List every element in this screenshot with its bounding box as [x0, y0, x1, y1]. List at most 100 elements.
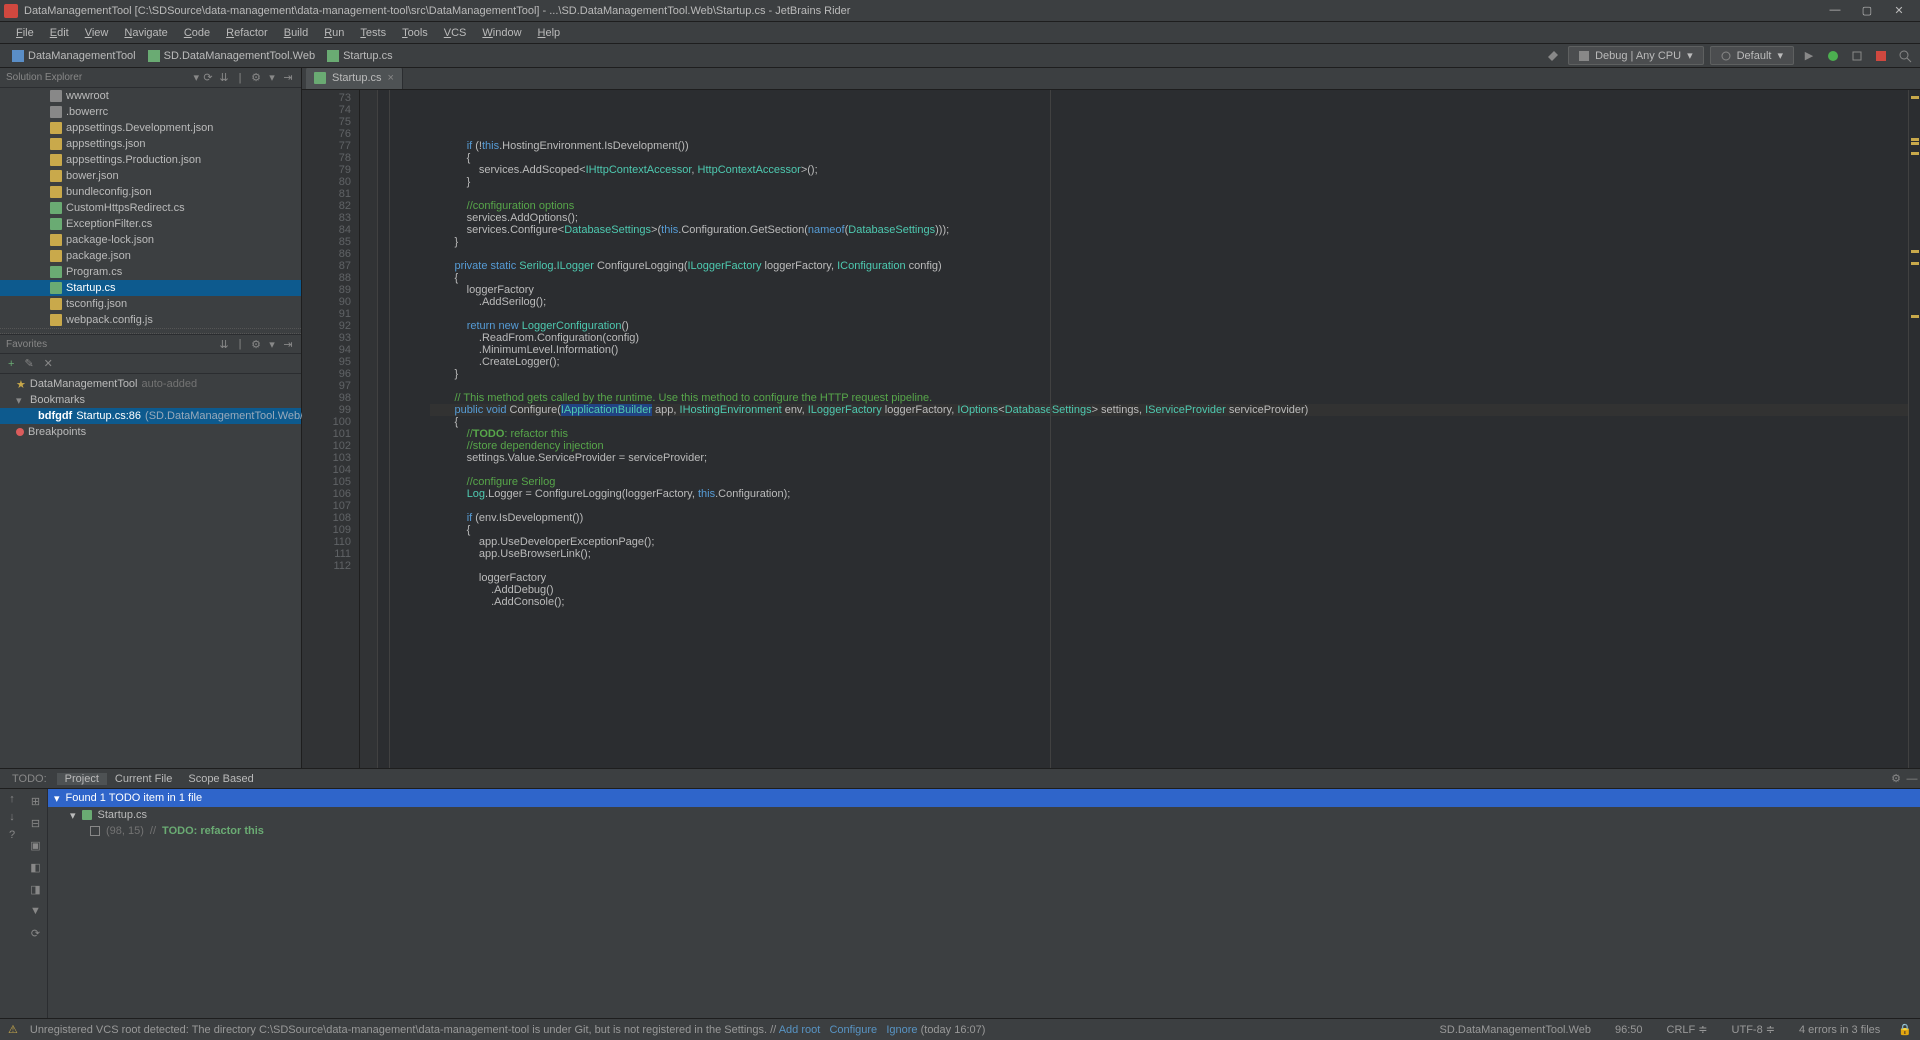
warning-marker[interactable]: [1911, 262, 1919, 265]
status-link-configure[interactable]: Configure: [829, 1024, 877, 1036]
code-line[interactable]: public void Configure(IApplicationBuilde…: [430, 404, 1908, 416]
warning-marker[interactable]: [1911, 142, 1919, 145]
search-everywhere-button[interactable]: [1896, 47, 1914, 65]
filter-button[interactable]: ▼: [28, 903, 44, 919]
code-line[interactable]: .AddSerilog();: [430, 296, 1908, 308]
tree-item[interactable]: wwwroot: [0, 88, 301, 104]
code-line[interactable]: }: [430, 368, 1908, 380]
editor-tab[interactable]: Startup.cs ×: [306, 68, 403, 89]
dropdown-icon[interactable]: ▾: [193, 71, 199, 84]
build-button[interactable]: [1544, 47, 1562, 65]
close-button[interactable]: ✕: [1890, 4, 1908, 17]
bookmark-item[interactable]: bdfgdf Startup.cs:86 (SD.DataManagementT…: [0, 408, 301, 424]
code-line[interactable]: {: [430, 524, 1908, 536]
todo-summary-row[interactable]: ▾ Found 1 TODO item in 1 file: [48, 789, 1920, 807]
lock-icon[interactable]: 🔒: [1898, 1023, 1912, 1036]
code-line[interactable]: [430, 380, 1908, 392]
code-line[interactable]: services.AddOptions();: [430, 212, 1908, 224]
collapse-all-button[interactable]: ⊟: [28, 815, 44, 831]
todo-tab-scope[interactable]: Scope Based: [180, 773, 261, 785]
hide-button[interactable]: —: [1904, 773, 1920, 785]
code-line[interactable]: // This method gets called by the runtim…: [430, 392, 1908, 404]
run-target-dropdown[interactable]: Default ▾: [1710, 46, 1794, 65]
menu-file[interactable]: File: [8, 27, 42, 39]
expand-all-button[interactable]: ⊞: [28, 793, 44, 809]
status-line-ending[interactable]: CRLF ≑: [1661, 1023, 1714, 1036]
settings-button[interactable]: ⚙: [249, 71, 263, 84]
stop-button[interactable]: [1872, 47, 1890, 65]
code-line[interactable]: .MinimumLevel.Information(): [430, 344, 1908, 356]
menu-tools[interactable]: Tools: [394, 27, 436, 39]
code-line[interactable]: [430, 560, 1908, 572]
autoscroll-button[interactable]: ▣: [28, 837, 44, 853]
status-project[interactable]: SD.DataManagementTool.Web: [1434, 1024, 1597, 1036]
todo-tab-current-file[interactable]: Current File: [107, 773, 180, 785]
tree-item[interactable]: webpack.config.js: [0, 312, 301, 328]
status-link-add-root[interactable]: Add root: [779, 1024, 821, 1036]
code-line[interactable]: .AddDebug(): [430, 584, 1908, 596]
status-caret-position[interactable]: 96:50: [1609, 1024, 1649, 1036]
settings-button[interactable]: ⚙: [1888, 772, 1904, 785]
attach-button[interactable]: [1848, 47, 1866, 65]
tree-item[interactable]: ExceptionFilter.cs: [0, 216, 301, 232]
code-line[interactable]: settings.Value.ServiceProvider = service…: [430, 452, 1908, 464]
code-line[interactable]: //configure Serilog: [430, 476, 1908, 488]
hide-button[interactable]: ⇥: [281, 71, 295, 84]
menu-build[interactable]: Build: [276, 27, 316, 39]
code-line[interactable]: loggerFactory: [430, 572, 1908, 584]
error-stripe[interactable]: [1908, 90, 1920, 768]
debug-button[interactable]: [1824, 47, 1842, 65]
code-line[interactable]: [430, 464, 1908, 476]
settings-button[interactable]: ⚙: [249, 338, 263, 351]
code-line[interactable]: {: [430, 152, 1908, 164]
todo-item-row[interactable]: (98, 15) // TODO: refactor this: [48, 823, 1920, 839]
tree-item[interactable]: bower.json: [0, 168, 301, 184]
code-line[interactable]: Log.Logger = ConfigureLogging(loggerFact…: [430, 488, 1908, 500]
hide-button[interactable]: ⇥: [281, 338, 295, 351]
tree-item[interactable]: Program.cs: [0, 264, 301, 280]
menu-code[interactable]: Code: [176, 27, 218, 39]
breadcrumb-file[interactable]: Startup.cs: [321, 50, 399, 62]
tree-item[interactable]: package-lock.json: [0, 232, 301, 248]
breadcrumb-root[interactable]: DataManagementTool: [6, 50, 142, 62]
preview-button[interactable]: ◨: [28, 881, 44, 897]
todo-results[interactable]: ▾ Found 1 TODO item in 1 file ▾ Startup.…: [48, 789, 1920, 1018]
warning-marker[interactable]: [1911, 138, 1919, 141]
chevron-down-icon[interactable]: ▾: [265, 338, 279, 351]
code-line[interactable]: {: [430, 416, 1908, 428]
menu-tests[interactable]: Tests: [352, 27, 394, 39]
tree-item[interactable]: CustomHttpsRedirect.cs: [0, 200, 301, 216]
code-line[interactable]: [430, 248, 1908, 260]
code-line[interactable]: services.AddScoped<IHttpContextAccessor,…: [430, 164, 1908, 176]
close-tab-button[interactable]: ×: [388, 72, 394, 84]
code-line[interactable]: [430, 500, 1908, 512]
solution-tree[interactable]: wwwroot.bowerrcappsettings.Development.j…: [0, 88, 301, 328]
code-line[interactable]: //TODO: refactor this: [430, 428, 1908, 440]
code-line[interactable]: [430, 188, 1908, 200]
code-content[interactable]: if (!this.HostingEnvironment.IsDevelopme…: [390, 90, 1908, 768]
menu-run[interactable]: Run: [316, 27, 352, 39]
menu-navigate[interactable]: Navigate: [116, 27, 175, 39]
tree-item[interactable]: Startup.cs: [0, 280, 301, 296]
todo-tab-project[interactable]: Project: [57, 773, 107, 785]
run-button[interactable]: ▶: [1800, 47, 1818, 65]
menu-view[interactable]: View: [77, 27, 117, 39]
code-line[interactable]: [430, 128, 1908, 140]
tree-item[interactable]: package.json: [0, 248, 301, 264]
tree-item[interactable]: .bowerrc: [0, 104, 301, 120]
collapse-all-button[interactable]: ⇊: [217, 71, 231, 84]
code-editor[interactable]: 7374757677787980818283848586878889909192…: [302, 90, 1920, 768]
delete-favorite-button[interactable]: ✕: [44, 357, 53, 370]
warning-marker[interactable]: [1911, 152, 1919, 155]
code-line[interactable]: private static Serilog.ILogger Configure…: [430, 260, 1908, 272]
code-line[interactable]: {: [430, 272, 1908, 284]
next-todo-button[interactable]: ↓: [9, 811, 15, 823]
collapse-all-button[interactable]: ⇊: [217, 338, 231, 351]
code-line[interactable]: }: [430, 176, 1908, 188]
prev-todo-button[interactable]: ↑: [9, 793, 15, 805]
code-line[interactable]: .AddConsole();: [430, 596, 1908, 608]
code-line[interactable]: [430, 308, 1908, 320]
code-line[interactable]: if (env.IsDevelopment()): [430, 512, 1908, 524]
menu-help[interactable]: Help: [530, 27, 569, 39]
breadcrumb-project[interactable]: SD.DataManagementTool.Web: [142, 50, 321, 62]
